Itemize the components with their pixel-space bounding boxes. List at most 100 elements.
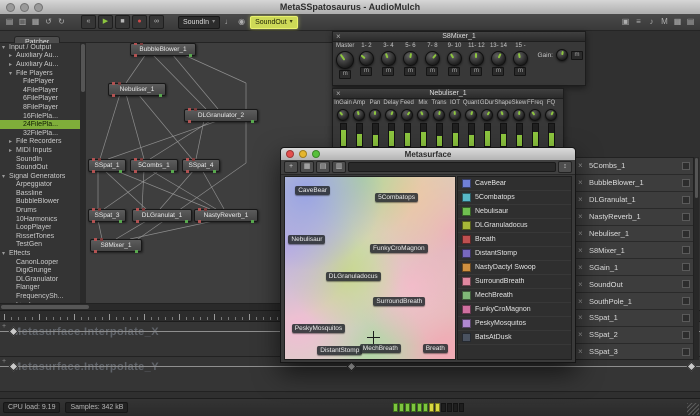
nebuliser-panel-titlebar[interactable]: × Nebuliser_1	[333, 89, 563, 99]
channel-mute-button[interactable]: m	[448, 67, 460, 76]
tree-expand-icon[interactable]: ▸	[9, 147, 16, 154]
grid-icon[interactable]: ▤	[685, 16, 696, 28]
remove-contraption-icon[interactable]: ×	[578, 229, 586, 238]
param-knob[interactable]	[449, 109, 461, 121]
preset-list-item[interactable]: Nebulisaur	[458, 205, 571, 219]
channel-mute-button[interactable]: m	[404, 67, 416, 76]
snapshot-name-field[interactable]	[348, 162, 556, 172]
param-knob[interactable]	[337, 109, 349, 121]
palette-item[interactable]: Drums	[0, 206, 80, 215]
channel-gain-knob[interactable]	[359, 51, 374, 66]
patcher-node[interactable]: S8Mixer_1	[90, 239, 142, 252]
tree-collapse-icon[interactable]: ▾	[2, 250, 9, 257]
channel-gain-knob[interactable]	[447, 51, 462, 66]
param-fader[interactable]	[436, 123, 443, 147]
remove-contraption-icon[interactable]: ×	[578, 263, 586, 272]
contraption-row[interactable]: ×SoundOut	[575, 276, 693, 293]
rewind-button[interactable]: «	[81, 15, 96, 29]
palette-item[interactable]: 6FilePlayer	[0, 95, 80, 104]
input-port[interactable]	[140, 158, 143, 161]
channel-gain-knob[interactable]	[425, 51, 440, 66]
preset-list-item[interactable]: FunkyCroMagnon	[458, 303, 571, 317]
patch-cord[interactable]	[202, 170, 224, 209]
contraption-row[interactable]: ×SouthPole_1	[575, 293, 693, 310]
preset-list-item[interactable]: DistantStomp	[458, 247, 571, 261]
palette-item[interactable]: LoopPlayer	[0, 223, 80, 232]
close-panel-icon[interactable]: ×	[336, 89, 341, 98]
contraption-row[interactable]: ×DLGranulat_1	[575, 192, 693, 209]
view-mode-button[interactable]: ▦	[300, 161, 314, 173]
midi-icon[interactable]: ♪	[646, 16, 657, 28]
input-port[interactable]	[94, 238, 97, 241]
tree-expand-icon[interactable]: ▸	[9, 138, 16, 145]
input-port[interactable]	[198, 208, 201, 211]
interpolation-surface[interactable]: CaveBear5CombatopsNebulisaurFunkyCroMagn…	[284, 176, 456, 360]
preset-list-item[interactable]: MechBreath	[458, 289, 571, 303]
input-port[interactable]	[134, 158, 137, 161]
patch-cord[interactable]	[150, 170, 216, 209]
open-file-icon[interactable]: ▥	[17, 16, 28, 28]
input-port[interactable]	[142, 208, 145, 211]
preset-label-chip[interactable]: CaveBear	[295, 186, 330, 195]
contraption-row[interactable]: ×SSpat_3	[575, 344, 693, 360]
palette-item[interactable]: ▾Effects	[0, 249, 80, 258]
palette-item[interactable]: Arpeggiator	[0, 181, 80, 190]
play-button[interactable]: ▶	[98, 15, 113, 29]
palette-item[interactable]: ▸Auxiliary Au...	[0, 52, 80, 61]
channel-gain-knob[interactable]	[381, 51, 396, 66]
contraption-row[interactable]: ×Nebuliser_1	[575, 226, 693, 243]
contraption-row[interactable]: ×SGain_1	[575, 259, 693, 276]
remove-contraption-icon[interactable]: ×	[578, 347, 586, 356]
remove-contraption-icon[interactable]: ×	[578, 280, 586, 289]
palette-scrollbar-thumb[interactable]	[81, 44, 85, 92]
palette-item[interactable]: 16FilePla...	[0, 112, 80, 121]
view-mode-button[interactable]: ▥	[332, 161, 346, 173]
param-knob[interactable]	[401, 109, 413, 121]
contraption-row[interactable]: ×5Combs_1	[575, 158, 693, 175]
palette-item[interactable]: 10Harmonics	[0, 215, 80, 224]
input-port[interactable]	[100, 238, 103, 241]
tree-expand-icon[interactable]: ▸	[9, 61, 16, 68]
preset-label-chip[interactable]: DistantStomp	[317, 346, 362, 355]
preset-label-chip[interactable]: FunkyCroMagnon	[370, 244, 428, 253]
channel-gain-knob[interactable]	[491, 51, 506, 66]
tree-collapse-icon[interactable]: ▾	[9, 70, 16, 77]
patch-cord[interactable]	[142, 170, 144, 209]
input-port[interactable]	[140, 43, 143, 45]
param-fader[interactable]	[340, 123, 347, 147]
palette-item[interactable]: BubbleBlower	[0, 198, 80, 207]
param-knob[interactable]	[353, 109, 365, 121]
output-port[interactable]	[92, 220, 95, 223]
preset-label-chip[interactable]: SurroundBreath	[373, 297, 425, 306]
output-port[interactable]	[189, 54, 192, 57]
output-port[interactable]	[119, 220, 122, 223]
redo-icon[interactable]: ↻	[56, 16, 67, 28]
palette-item[interactable]: RissetTones	[0, 232, 80, 241]
output-port[interactable]	[251, 120, 254, 123]
param-knob[interactable]	[513, 109, 525, 121]
patcher-node[interactable]: 5Combs_1	[130, 159, 178, 172]
palette-item[interactable]: SoundIn	[0, 155, 80, 164]
param-knob[interactable]	[433, 109, 445, 121]
remove-contraption-icon[interactable]: ×	[578, 313, 586, 322]
output-port[interactable]	[159, 94, 162, 97]
param-fader[interactable]	[516, 123, 523, 147]
channel-mute-button[interactable]: m	[492, 67, 504, 76]
palette-item[interactable]: SoundOut	[0, 163, 80, 172]
param-fader[interactable]	[388, 123, 395, 147]
output-port[interactable]	[134, 170, 137, 173]
param-knob[interactable]	[529, 109, 541, 121]
automation-point[interactable]	[687, 362, 697, 372]
preset-list-item[interactable]: SurroundBreath	[458, 275, 571, 289]
new-file-icon[interactable]: ▤	[4, 16, 15, 28]
param-fader[interactable]	[420, 123, 427, 147]
palette-item[interactable]: FilePlayer	[0, 77, 80, 86]
remove-contraption-icon[interactable]: ×	[578, 330, 586, 339]
record-button[interactable]: ●	[132, 15, 147, 29]
preset-list-item[interactable]: Breath	[458, 233, 571, 247]
add-point-icon[interactable]: +	[2, 358, 6, 365]
preset-label-chip[interactable]: Nebulisaur	[288, 235, 325, 244]
patcher-node[interactable]: DLGranulator_2	[184, 109, 258, 122]
palette-item[interactable]: DLGranulator	[0, 275, 80, 284]
mixer-panel-titlebar[interactable]: × S8Mixer_1	[333, 32, 585, 42]
